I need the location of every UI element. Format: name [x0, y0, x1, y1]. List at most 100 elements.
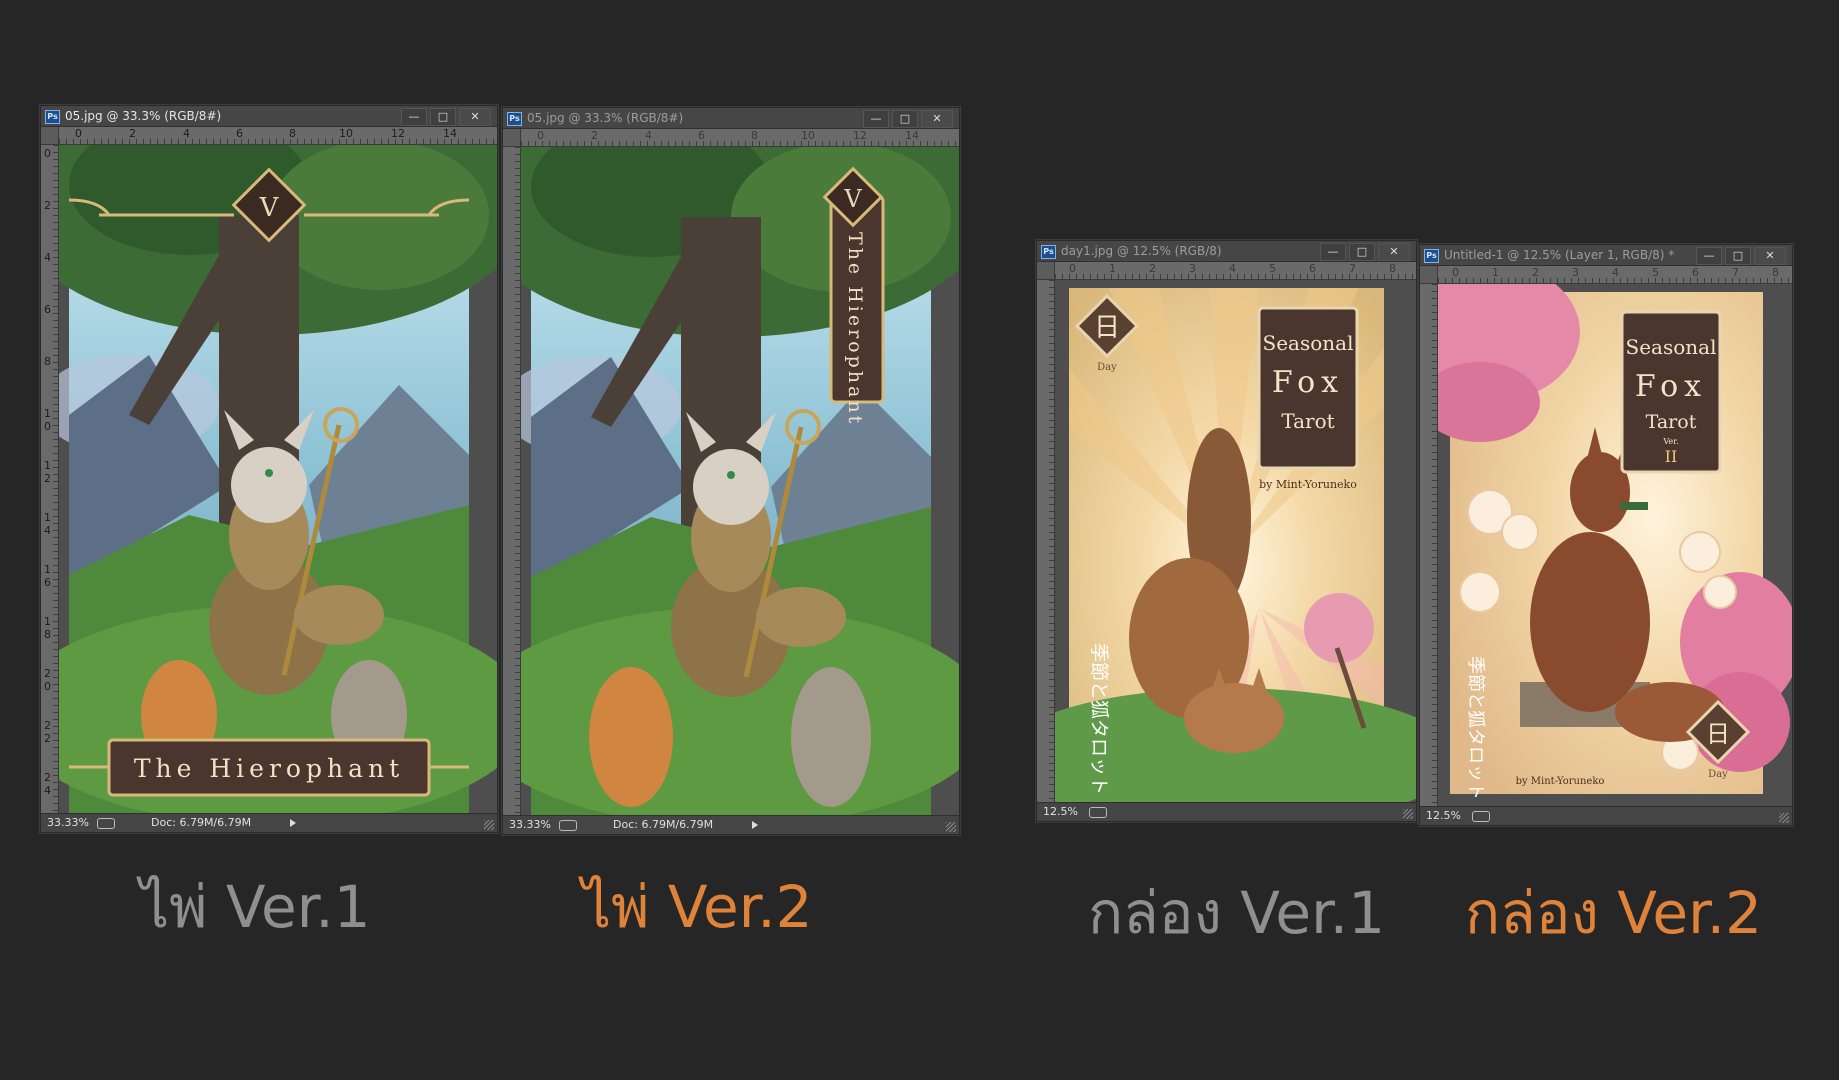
- tarot-card-artwork: V The Hierophant: [521, 147, 959, 815]
- box-title-line1: Seasonal: [1626, 335, 1717, 359]
- canvas-area[interactable]: 日 Day Seasonal Fox Tarot by Mint-Yorunek…: [1055, 280, 1416, 802]
- ruler-label: 0: [75, 127, 82, 140]
- caption-box-v1: กล่อง Ver.1: [1088, 879, 1385, 947]
- ruler-corner: [503, 129, 521, 147]
- ruler-label: 8: [1772, 266, 1779, 279]
- proof-glasses-icon[interactable]: [559, 820, 577, 831]
- canvas-area[interactable]: V The Hierophant: [59, 145, 497, 813]
- ruler-label: 8: [289, 127, 296, 140]
- window-titlebar[interactable]: Ps Untitled-1 @ 12.5% (Layer 1, RGB/8) *…: [1420, 245, 1792, 266]
- resize-grip-icon[interactable]: [484, 820, 494, 830]
- document-window-card-v1[interactable]: Ps 05.jpg @ 33.3% (RGB/8#) — □ ✕ 0 2 4 6…: [40, 105, 498, 833]
- version-numeral: II: [1665, 447, 1678, 466]
- status-bar: 12.5%: [1037, 802, 1416, 821]
- document-window-box-v1[interactable]: Ps day1.jpg @ 12.5% (RGB/8) — □ ✕ 0 1 2 …: [1036, 240, 1417, 822]
- ruler-label: 1: [1109, 262, 1116, 275]
- zoom-level[interactable]: 12.5%: [1426, 807, 1461, 825]
- window-titlebar[interactable]: Ps 05.jpg @ 33.3% (RGB/8#) — □ ✕: [503, 108, 959, 129]
- japanese-title: 季節と狐タロット: [1465, 656, 1486, 800]
- ruler-label: 6: [44, 303, 51, 316]
- caption-card-v2: ไพ่ Ver.2: [582, 873, 813, 941]
- zoom-level[interactable]: 33.33%: [47, 814, 89, 832]
- ruler-label: 1 6: [44, 563, 51, 589]
- proof-glasses-icon[interactable]: [97, 818, 115, 829]
- ruler-label: 4: [1612, 266, 1619, 279]
- photoshop-app-icon: Ps: [507, 112, 522, 126]
- japanese-title: 季節と狐タロット: [1088, 643, 1110, 795]
- window-title: day1.jpg @ 12.5% (RGB/8): [1061, 244, 1222, 258]
- maximize-icon[interactable]: □: [430, 108, 456, 126]
- tarot-box-artwork: 日 Day Seasonal Fox Tarot by Mint-Yorunek…: [1055, 280, 1416, 802]
- maximize-icon[interactable]: □: [1349, 243, 1375, 261]
- proof-glasses-icon[interactable]: [1472, 811, 1490, 822]
- ruler-label: 0: [44, 147, 51, 160]
- window-title: 05.jpg @ 33.3% (RGB/8#): [527, 111, 684, 125]
- window-title: Untitled-1 @ 12.5% (Layer 1, RGB/8) *: [1444, 248, 1675, 262]
- status-menu-arrow-icon[interactable]: [290, 819, 296, 827]
- minimize-icon[interactable]: —: [863, 110, 889, 128]
- ruler-label: 4: [183, 127, 190, 140]
- close-icon[interactable]: ✕: [459, 108, 491, 126]
- kanji-badge: 日: [1706, 720, 1730, 748]
- ruler-label: 2 2: [44, 719, 51, 745]
- ruler-label: 1 4: [44, 511, 51, 537]
- horizontal-ruler[interactable]: 0 2 4 6 8 10 12 14: [521, 129, 959, 147]
- status-bar: 33.33% Doc: 6.79M/6.79M: [503, 815, 959, 834]
- window-title: 05.jpg @ 33.3% (RGB/8#): [65, 109, 222, 123]
- box-title-line1: Seasonal: [1263, 331, 1354, 355]
- window-titlebar[interactable]: Ps 05.jpg @ 33.3% (RGB/8#) — □ ✕: [41, 106, 497, 127]
- resize-grip-icon[interactable]: [1403, 809, 1413, 819]
- ruler-label: 6: [1309, 262, 1316, 275]
- caption-box-v2: กล่อง Ver.2: [1465, 879, 1762, 947]
- resize-grip-icon[interactable]: [946, 822, 956, 832]
- horizontal-ruler[interactable]: 0 2 4 6 8 10 12 14: [59, 127, 497, 145]
- box-title-line3: Tarot: [1646, 411, 1697, 433]
- photoshop-app-icon: Ps: [1424, 249, 1439, 263]
- card-numeral: V: [843, 185, 862, 213]
- ruler-label: 2: [44, 199, 51, 212]
- proof-glasses-icon[interactable]: [1089, 807, 1107, 818]
- close-icon[interactable]: ✕: [1378, 243, 1410, 261]
- maximize-icon[interactable]: □: [1725, 247, 1751, 265]
- badge-caption: Day: [1708, 769, 1728, 780]
- ruler-label: 14: [905, 129, 919, 142]
- status-bar: 33.33% Doc: 6.79M/6.79M: [41, 813, 497, 832]
- vertical-ruler[interactable]: [503, 147, 521, 815]
- maximize-icon[interactable]: □: [892, 110, 918, 128]
- canvas-area[interactable]: V The Hierophant: [521, 147, 959, 815]
- vertical-ruler[interactable]: [1420, 284, 1438, 806]
- ruler-label: 2: [1149, 262, 1156, 275]
- vertical-ruler[interactable]: [1037, 280, 1055, 802]
- resize-grip-icon[interactable]: [1779, 813, 1789, 823]
- doc-size-info[interactable]: Doc: 6.79M/6.79M: [613, 816, 713, 834]
- kanji-badge: 日: [1094, 313, 1120, 343]
- minimize-icon[interactable]: —: [1696, 247, 1722, 265]
- ruler-label: 8: [751, 129, 758, 142]
- horizontal-ruler[interactable]: 0 1 2 3 4 5 6 7 8: [1055, 262, 1416, 280]
- status-menu-arrow-icon[interactable]: [752, 821, 758, 829]
- minimize-icon[interactable]: —: [1320, 243, 1346, 261]
- status-bar: 12.5%: [1420, 806, 1792, 825]
- box-title-line2: Fox: [1272, 365, 1344, 400]
- zoom-level[interactable]: 12.5%: [1043, 803, 1078, 821]
- ruler-label: 8: [44, 355, 51, 368]
- ruler-label: 8: [1389, 262, 1396, 275]
- vertical-ruler[interactable]: 0 2 4 6 8 1 0 1 2 1 4 1 6 1 8 2 0 2 2 2 …: [41, 145, 59, 813]
- minimize-icon[interactable]: —: [401, 108, 427, 126]
- ruler-label: 1 0: [44, 407, 51, 433]
- close-icon[interactable]: ✕: [1754, 247, 1786, 265]
- document-window-card-v2[interactable]: Ps 05.jpg @ 33.3% (RGB/8#) — □ ✕ 0 2 4 6…: [502, 107, 960, 835]
- ruler-label: 2: [1532, 266, 1539, 279]
- zoom-level[interactable]: 33.33%: [509, 816, 551, 834]
- canvas-area[interactable]: Seasonal Fox Tarot Ver. II 日 Day by Mint…: [1438, 284, 1792, 806]
- document-window-box-v2[interactable]: Ps Untitled-1 @ 12.5% (Layer 1, RGB/8) *…: [1419, 244, 1793, 826]
- ruler-label: 3: [1189, 262, 1196, 275]
- card-vertical-title: The Hierophant: [844, 232, 866, 426]
- ruler-label: 5: [1652, 266, 1659, 279]
- ruler-label: 4: [1229, 262, 1236, 275]
- window-titlebar[interactable]: Ps day1.jpg @ 12.5% (RGB/8) — □ ✕: [1037, 241, 1416, 262]
- horizontal-ruler[interactable]: 0 1 2 3 4 5 6 7 8: [1438, 266, 1792, 284]
- version-label: Ver.: [1662, 437, 1678, 446]
- doc-size-info[interactable]: Doc: 6.79M/6.79M: [151, 814, 251, 832]
- close-icon[interactable]: ✕: [921, 110, 953, 128]
